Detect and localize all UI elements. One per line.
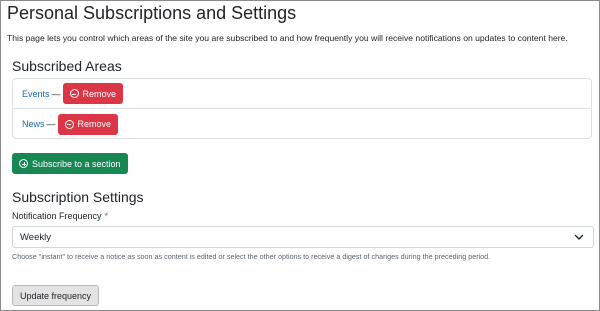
remove-label: Remove: [82, 88, 117, 99]
update-frequency-button[interactable]: Update frequency: [12, 285, 100, 306]
chevron-down-icon: [574, 234, 584, 240]
notification-frequency-select[interactable]: Weekly: [12, 226, 594, 248]
minus-circle-icon: [64, 119, 74, 129]
remove-news-button[interactable]: Remove: [57, 113, 119, 135]
separator: —: [51, 88, 61, 99]
area-link-events[interactable]: Events: [22, 89, 50, 99]
subscribe-to-section-button[interactable]: Subscribe to a section: [12, 153, 128, 174]
subscribed-areas-heading: Subscribed Areas: [12, 58, 122, 74]
subscription-settings-heading: Subscription Settings: [12, 189, 144, 205]
frequency-label-text: Notification Frequency: [12, 211, 102, 221]
subscriptions-page: Personal Subscriptions and Settings This…: [0, 0, 600, 311]
separator: —: [46, 119, 56, 129]
selected-frequency: Weekly: [20, 231, 51, 243]
list-item: Events — Remove: [13, 79, 591, 109]
notification-frequency-label: Notification Frequency *: [12, 211, 108, 221]
area-link-news[interactable]: News: [22, 119, 45, 129]
plus-circle-icon: [19, 159, 28, 168]
page-intro: This page lets you control which areas o…: [7, 33, 568, 43]
list-item: News — Remove: [13, 109, 591, 139]
required-marker: *: [104, 211, 109, 221]
subscribed-areas-list: Events — Remove News — Remove: [12, 78, 592, 139]
frequency-help-text: Choose "instant" to receive a notice as …: [12, 252, 491, 261]
minus-circle-icon: [69, 89, 79, 98]
subscribe-label: Subscribe to a section: [32, 158, 121, 169]
page-title: Personal Subscriptions and Settings: [7, 3, 297, 23]
remove-label: Remove: [77, 119, 112, 129]
remove-events-button[interactable]: Remove: [62, 83, 124, 104]
